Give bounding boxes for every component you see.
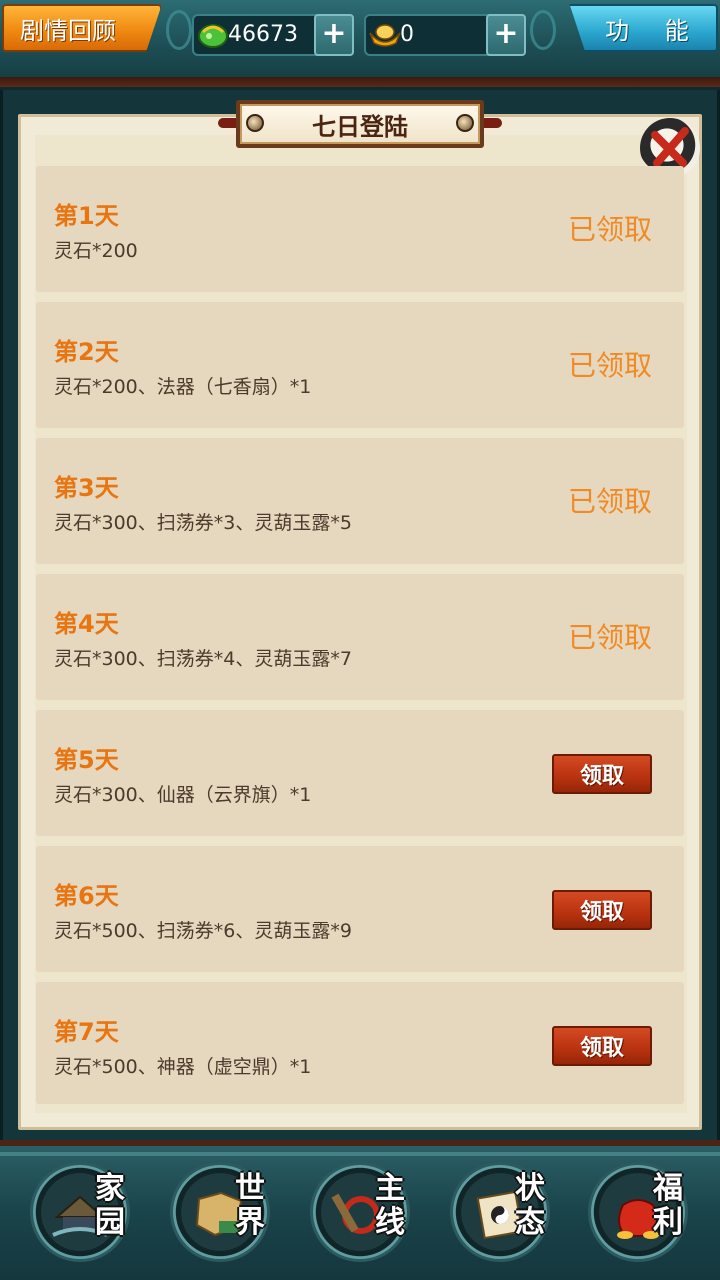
nav-label: 福利 (646, 1172, 690, 1240)
day-title: 第6天 (54, 882, 119, 910)
day-title: 第5天 (54, 746, 119, 774)
nav-label-top: 状 (515, 1171, 545, 1206)
day-row: 第6天灵石*500、扫荡券*6、灵葫玉露*9 领取 (36, 846, 684, 972)
nav-label-bottom: 线 (375, 1205, 405, 1240)
dialog-title: 七日登陆 (312, 112, 408, 141)
day-reward: 灵石*300、扫荡券*3、灵葫玉露*5 (54, 512, 352, 534)
story-review-button[interactable]: 剧情回顾 (2, 4, 162, 52)
spirit-stone-counter: 46673 + (192, 14, 354, 56)
spirit-stone-value: 46673 (228, 22, 298, 47)
nav-label: 家园 (88, 1172, 132, 1240)
day-title: 第1天 (54, 202, 119, 230)
nav-label-top: 福 (653, 1171, 683, 1206)
nav-label-bottom: 界 (235, 1205, 265, 1240)
claimed-label: 已领取 (567, 485, 652, 518)
day-reward: 灵石*500、神器（虚空鼎）*1 (54, 1056, 312, 1078)
day-title: 第4天 (54, 610, 119, 638)
claimed-label: 已领取 (567, 621, 652, 654)
day-title: 第7天 (54, 1018, 119, 1046)
gold-ingot-icon (368, 19, 402, 51)
nav-label-bottom: 园 (95, 1205, 125, 1240)
nav-item-welfare-bag[interactable]: 福利 (588, 1162, 698, 1272)
gold-ingot-value: 0 (400, 22, 414, 47)
add-spirit-stone-button[interactable]: + (314, 14, 354, 56)
close-icon (651, 127, 689, 167)
claim-button[interactable]: 领取 (552, 1026, 652, 1066)
plus-label: + (493, 16, 519, 51)
nav-label-bottom: 态 (515, 1205, 545, 1240)
gold-ingot-counter: 0 + (364, 14, 526, 56)
left-ornament (166, 10, 192, 50)
claim-button[interactable]: 领取 (552, 890, 652, 930)
function-button[interactable]: 功 能 (569, 4, 718, 52)
top-bar: 剧情回顾 46673 + 0 + 功 能 (0, 0, 720, 87)
day-row: 第7天灵石*500、神器（虚空鼎）*1 领取 (36, 982, 684, 1104)
claim-button-label: 领取 (579, 900, 624, 925)
right-ornament (530, 10, 556, 50)
day-reward: 灵石*300、仙器（云界旗）*1 (54, 784, 312, 806)
day-row: 第4天灵石*300、扫荡券*4、灵葫玉露*7 已领取 (36, 574, 684, 700)
nav-label: 状态 (508, 1172, 552, 1240)
day-title: 第2天 (54, 338, 119, 366)
claim-button-label: 领取 (579, 1036, 624, 1061)
day-title: 第3天 (54, 474, 119, 502)
claim-button-label: 领取 (579, 764, 624, 789)
day-reward: 灵石*500、扫荡券*6、灵葫玉露*9 (54, 920, 352, 942)
add-gold-button[interactable]: + (486, 14, 526, 56)
nav-item-status-scroll[interactable]: 状态 (450, 1162, 560, 1272)
nav-item-world-map[interactable]: 世界 (170, 1162, 280, 1272)
nav-label: 主线 (368, 1172, 412, 1240)
day-row: 第3天灵石*300、扫荡券*3、灵葫玉露*5 已领取 (36, 438, 684, 564)
claim-button[interactable]: 领取 (552, 754, 652, 794)
nav-label-bottom: 利 (653, 1205, 683, 1240)
scroll-knob-right (456, 114, 474, 132)
day-reward: 灵石*300、扫荡券*4、灵葫玉露*7 (54, 648, 352, 670)
nav-item-main-quest[interactable]: 主线 (310, 1162, 420, 1272)
plus-label: + (321, 16, 347, 51)
spirit-stone-icon (196, 19, 230, 51)
scroll-knob-left (246, 114, 264, 132)
claimed-label: 已领取 (567, 213, 652, 246)
nav-item-home[interactable]: 家园 (30, 1162, 140, 1272)
dialog-title-banner: 七日登陆 (236, 100, 484, 148)
day-row: 第1天灵石*200 已领取 (36, 166, 684, 292)
story-review-label: 剧情回顾 (20, 16, 116, 45)
bottom-nav: 家园 世界 主线 状态 福利 (0, 1140, 720, 1280)
day-row: 第2天灵石*200、法器（七香扇）*1 已领取 (36, 302, 684, 428)
nav-label-top: 主 (375, 1171, 405, 1206)
day-reward: 灵石*200、法器（七香扇）*1 (54, 376, 312, 398)
day-reward: 灵石*200 (54, 240, 138, 262)
nav-label: 世界 (228, 1172, 272, 1240)
function-label: 功 能 (605, 16, 703, 45)
nav-label-top: 家 (95, 1171, 125, 1206)
claimed-label: 已领取 (567, 349, 652, 382)
nav-label-top: 世 (235, 1171, 265, 1206)
day-row: 第5天灵石*300、仙器（云界旗）*1 领取 (36, 710, 684, 836)
